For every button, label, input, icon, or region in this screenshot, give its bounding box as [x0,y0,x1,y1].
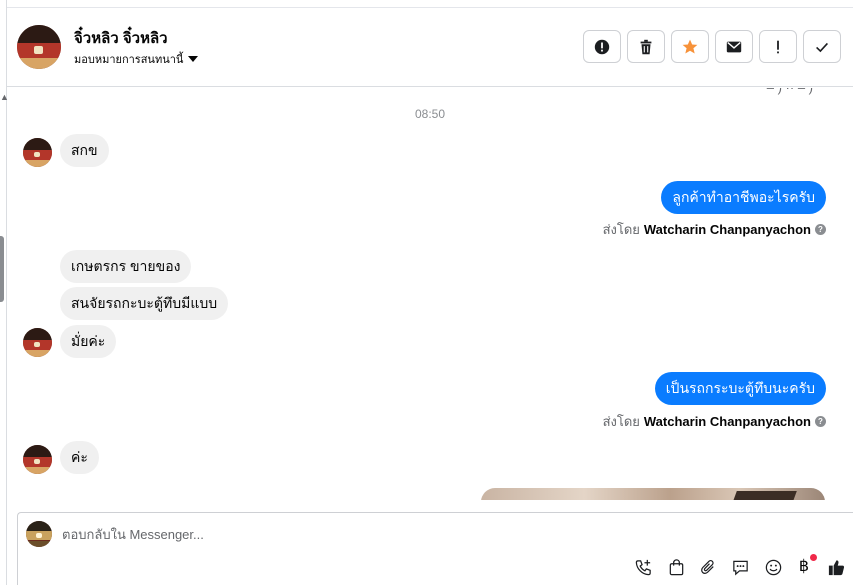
incoming-message[interactable]: ค่ะ [60,441,99,474]
clipped-previous-text: – ) ·· – ) [767,88,813,95]
image-attachment[interactable] [481,488,825,500]
outgoing-message[interactable]: ลูกค้าทำอาชีพอะไรครับ [661,181,826,214]
contact-avatar[interactable] [17,25,61,69]
chevron-down-icon [188,56,199,62]
sent-by-label: ส่งโดย [602,414,640,429]
mark-unread-button[interactable] [715,30,753,63]
exclamation-icon [777,40,779,53]
incoming-message[interactable]: มั่ยค่ะ [60,325,117,358]
emoji-button[interactable] [762,556,784,578]
question-icon[interactable]: ? [815,224,826,235]
conversation-header: จิ๋วหลิว จิ๋วหลิว มอบหมายการสนทนานี้ [7,8,853,87]
incoming-message[interactable]: เกษตรกร ขายของ [60,250,192,283]
shopping-bag-icon [669,558,683,575]
saved-replies-button[interactable] [729,556,751,578]
star-button[interactable] [671,30,709,63]
attach-button[interactable] [697,556,719,578]
sent-by-line: ส่งโดย Watcharin Chanpanyachon ? [603,219,826,240]
question-icon[interactable]: ? [815,416,826,427]
thumbs-up-icon [828,559,844,575]
page-avatar [26,521,52,547]
notification-dot [810,554,817,561]
smiley-icon [765,559,781,575]
envelope-icon [726,41,742,52]
customer-avatar[interactable] [23,328,52,357]
payment-button[interactable]: ฿ [793,554,817,578]
follow-up-button[interactable] [759,30,797,63]
checkmark-icon [816,42,828,52]
chat-bubble-icon [732,560,748,576]
customer-avatar[interactable] [23,445,52,474]
baht-icon: ฿ [798,558,810,575]
mark-done-button[interactable] [803,30,841,63]
sent-by-line: ส่งโดย Watcharin Chanpanyachon ? [603,411,826,432]
sent-by-label: ส่งโดย [602,222,640,237]
left-rail: ▲ [0,0,9,585]
mark-spam-button[interactable] [583,30,621,63]
phone-plus-icon [635,559,651,575]
contact-name[interactable]: จิ๋วหลิว จิ๋วหลิว [74,26,168,50]
sender-name[interactable]: Watcharin Chanpanyachon [644,414,811,429]
shop-button[interactable] [665,556,687,578]
reply-input[interactable] [62,527,762,542]
message-timestamp: 08:50 [414,107,446,121]
message-thread[interactable]: – ) ·· – ) 08:50 สกข ลูกค้าทำอาชีพอะไรคร… [7,88,853,500]
call-button[interactable] [632,556,654,578]
reply-composer: ฿ [17,512,853,585]
outgoing-message[interactable]: เป็นรถกระบะตู้ทึบนะครับ [654,372,826,405]
like-button[interactable] [825,556,847,578]
star-icon [682,39,698,53]
header-actions [583,30,841,63]
trash-icon [640,39,652,54]
incoming-message[interactable]: สนจัยรถกะบะตู้ทึบมีแบบ [60,287,229,320]
alert-circle-icon [594,39,610,54]
assign-conversation-dropdown[interactable]: มอบหมายการสนทนานี้ [74,50,199,68]
customer-avatar[interactable] [23,138,52,167]
incoming-message[interactable]: สกข [60,134,109,167]
sender-name[interactable]: Watcharin Chanpanyachon [644,222,811,237]
scroll-handle[interactable] [0,236,4,302]
assign-label: มอบหมายการสนทนานี้ [74,54,184,66]
delete-button[interactable] [627,30,665,63]
paperclip-icon [700,559,714,574]
